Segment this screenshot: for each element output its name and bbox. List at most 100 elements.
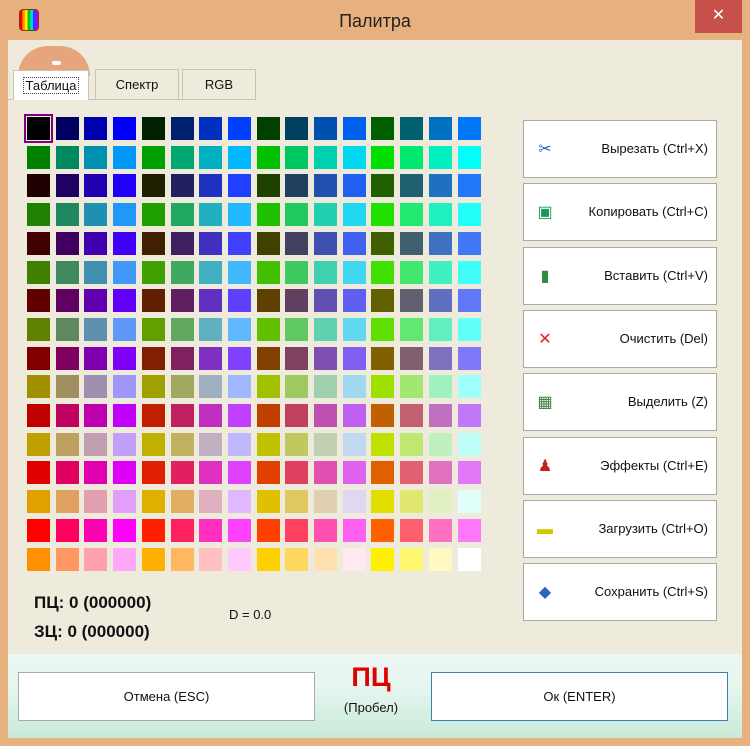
palette-swatch[interactable]	[429, 146, 452, 169]
palette-swatch[interactable]	[171, 490, 194, 513]
palette-swatch[interactable]	[257, 375, 280, 398]
palette-swatch[interactable]	[199, 433, 222, 456]
palette-swatch[interactable]	[458, 203, 481, 226]
palette-swatch[interactable]	[343, 289, 366, 312]
palette-swatch[interactable]	[113, 174, 136, 197]
scissors-button[interactable]: ✂ Вырезать (Ctrl+X)	[523, 120, 717, 178]
palette-swatch[interactable]	[400, 117, 423, 140]
palette-swatch[interactable]	[285, 117, 308, 140]
palette-swatch[interactable]	[314, 203, 337, 226]
palette-swatch[interactable]	[56, 203, 79, 226]
palette-swatch[interactable]	[56, 261, 79, 284]
palette-swatch[interactable]	[257, 347, 280, 370]
palette-swatch[interactable]	[371, 519, 394, 542]
palette-swatch[interactable]	[27, 519, 50, 542]
palette-swatch[interactable]	[400, 519, 423, 542]
palette-swatch[interactable]	[257, 232, 280, 255]
palette-swatch[interactable]	[56, 375, 79, 398]
palette-swatch[interactable]	[84, 404, 107, 427]
palette-swatch[interactable]	[257, 433, 280, 456]
palette-swatch[interactable]	[113, 375, 136, 398]
palette-swatch[interactable]	[458, 232, 481, 255]
load-button[interactable]: ▬ Загрузить (Ctrl+O)	[523, 499, 717, 558]
palette-swatch[interactable]	[400, 461, 423, 484]
fg-toggle-label[interactable]: ПЦ	[308, 662, 434, 693]
palette-swatch[interactable]	[228, 289, 251, 312]
palette-swatch[interactable]	[113, 490, 136, 513]
palette-swatch[interactable]	[371, 203, 394, 226]
palette-swatch[interactable]	[56, 433, 79, 456]
palette-swatch[interactable]	[314, 375, 337, 398]
palette-swatch[interactable]	[171, 146, 194, 169]
palette-swatch[interactable]	[27, 548, 50, 571]
palette-swatch[interactable]	[285, 548, 308, 571]
palette-swatch[interactable]	[171, 461, 194, 484]
palette-swatch[interactable]	[429, 433, 452, 456]
palette-swatch[interactable]	[199, 404, 222, 427]
palette-swatch[interactable]	[113, 404, 136, 427]
palette-swatch[interactable]	[142, 433, 165, 456]
palette-swatch[interactable]	[171, 174, 194, 197]
palette-swatch[interactable]	[113, 289, 136, 312]
palette-swatch[interactable]	[371, 232, 394, 255]
palette-swatch[interactable]	[371, 174, 394, 197]
palette-swatch[interactable]	[343, 347, 366, 370]
palette-swatch[interactable]	[199, 347, 222, 370]
palette-swatch[interactable]	[113, 433, 136, 456]
palette-swatch[interactable]	[429, 404, 452, 427]
tab-spectrum[interactable]: Спектр	[95, 69, 179, 99]
palette-swatch[interactable]	[400, 232, 423, 255]
palette-swatch[interactable]	[27, 490, 50, 513]
palette-swatch[interactable]	[228, 548, 251, 571]
palette-swatch[interactable]	[429, 461, 452, 484]
palette-swatch[interactable]	[27, 347, 50, 370]
palette-swatch[interactable]	[84, 289, 107, 312]
palette-swatch[interactable]	[314, 261, 337, 284]
palette-swatch[interactable]	[429, 261, 452, 284]
palette-swatch[interactable]	[199, 203, 222, 226]
palette-swatch[interactable]	[371, 404, 394, 427]
palette-swatch[interactable]	[171, 318, 194, 341]
palette-swatch[interactable]	[429, 519, 452, 542]
palette-swatch[interactable]	[84, 117, 107, 140]
palette-swatch[interactable]	[257, 289, 280, 312]
palette-swatch[interactable]	[199, 548, 222, 571]
palette-swatch[interactable]	[199, 519, 222, 542]
palette-swatch[interactable]	[400, 375, 423, 398]
palette-swatch[interactable]	[343, 232, 366, 255]
palette-swatch[interactable]	[314, 433, 337, 456]
palette-swatch[interactable]	[285, 404, 308, 427]
save-button[interactable]: ◆ Сохранить (Ctrl+S)	[523, 563, 717, 622]
palette-swatch[interactable]	[371, 146, 394, 169]
palette-swatch[interactable]	[171, 203, 194, 226]
clear-x-button[interactable]: ✕ Очистить (Del)	[523, 309, 717, 368]
palette-swatch[interactable]	[458, 261, 481, 284]
palette-swatch[interactable]	[429, 318, 452, 341]
palette-swatch[interactable]	[84, 174, 107, 197]
palette-swatch[interactable]	[142, 490, 165, 513]
palette-swatch[interactable]	[314, 318, 337, 341]
palette-swatch[interactable]	[27, 375, 50, 398]
palette-swatch[interactable]	[400, 548, 423, 571]
palette-swatch[interactable]	[199, 375, 222, 398]
palette-swatch[interactable]	[228, 461, 251, 484]
palette-swatch[interactable]	[257, 519, 280, 542]
palette-swatch[interactable]	[285, 203, 308, 226]
palette-swatch[interactable]	[429, 548, 452, 571]
palette-swatch[interactable]	[400, 490, 423, 513]
palette-swatch[interactable]	[56, 548, 79, 571]
palette-swatch[interactable]	[228, 203, 251, 226]
palette-swatch[interactable]	[56, 347, 79, 370]
palette-swatch[interactable]	[56, 404, 79, 427]
palette-swatch[interactable]	[228, 174, 251, 197]
palette-swatch[interactable]	[371, 117, 394, 140]
palette-swatch[interactable]	[171, 404, 194, 427]
palette-swatch[interactable]	[56, 490, 79, 513]
palette-swatch[interactable]	[113, 519, 136, 542]
palette-swatch[interactable]	[171, 289, 194, 312]
palette-swatch[interactable]	[257, 174, 280, 197]
palette-swatch[interactable]	[84, 548, 107, 571]
palette-swatch[interactable]	[343, 404, 366, 427]
palette-swatch[interactable]	[371, 433, 394, 456]
palette-swatch[interactable]	[458, 433, 481, 456]
